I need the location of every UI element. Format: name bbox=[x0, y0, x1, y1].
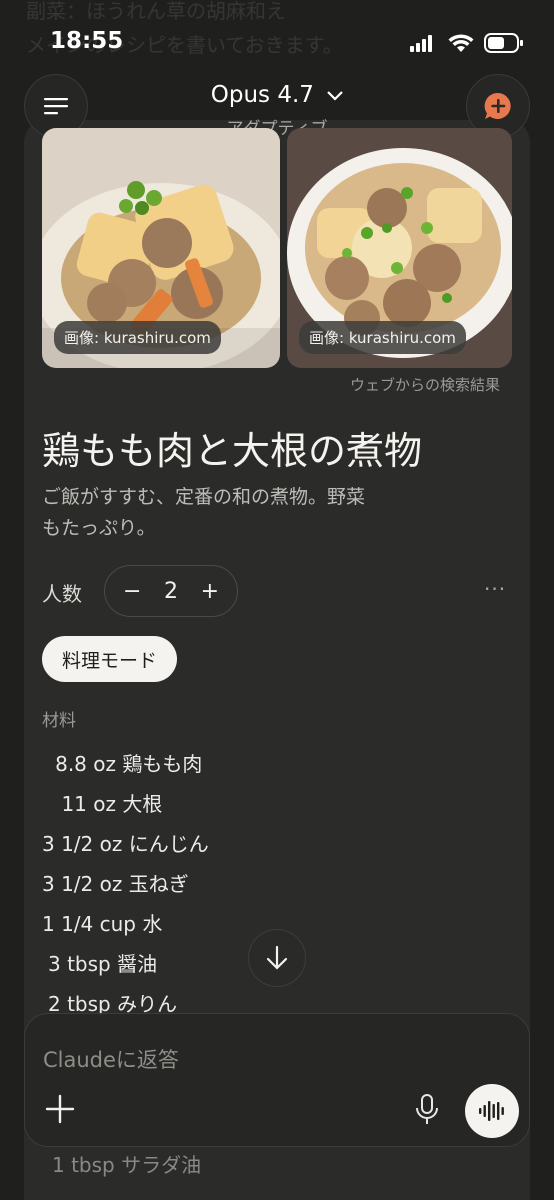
add-attachment-icon[interactable] bbox=[45, 1094, 75, 1124]
more-options-button[interactable]: ··· bbox=[484, 577, 506, 601]
ingredient-row-behind-composer: 1 tbsp サラダ油 bbox=[52, 1149, 201, 1178]
ingredient-name: サラダ油 bbox=[121, 1153, 202, 1177]
image-caption-2: 画像: kurashiru.com bbox=[299, 321, 466, 354]
ingredient-qty: 1 tbsp bbox=[52, 1153, 115, 1177]
recipe-title: 鶏もも肉と大根の煮物 bbox=[42, 429, 423, 473]
recipe-image-2[interactable]: 画像: kurashiru.com bbox=[287, 128, 512, 368]
ingredient-name: 鶏もも肉 bbox=[122, 752, 203, 776]
ingredient-row: 1 1/4 cup 水 bbox=[42, 908, 162, 937]
voice-mode-button[interactable] bbox=[465, 1084, 519, 1138]
increment-button[interactable]: + bbox=[201, 579, 219, 604]
servings-value: 2 bbox=[164, 578, 178, 604]
servings-label: 人数 bbox=[42, 582, 82, 606]
ingredient-row: 11 oz 大根 bbox=[42, 788, 162, 817]
ingredient-qty: 3 tbsp bbox=[48, 952, 111, 976]
ingredient-name: 大根 bbox=[122, 792, 163, 816]
cook-mode-button[interactable]: 料理モード bbox=[42, 636, 178, 682]
ingredient-qty: 1 1/4 cup bbox=[42, 912, 136, 936]
recipe-image-1[interactable]: 画像: kurashiru.com bbox=[42, 128, 280, 368]
waveform-icon bbox=[479, 1101, 504, 1121]
recipe-description-line-2: もたっぷり。 bbox=[42, 517, 156, 539]
ingredient-name: 醤油 bbox=[117, 952, 158, 976]
microphone-icon[interactable] bbox=[415, 1094, 439, 1126]
message-composer: Claudeに返答 bbox=[24, 1013, 530, 1147]
clock: 18:55 bbox=[50, 28, 124, 54]
arrow-down-icon bbox=[266, 945, 288, 970]
ingredient-row: 3 tbsp 醤油 bbox=[48, 948, 157, 977]
scroll-to-bottom-button[interactable] bbox=[248, 929, 306, 987]
recipe-description-line-1: ご飯がすすむ、定番の和の煮物。野菜 bbox=[42, 486, 366, 508]
signal-icon bbox=[410, 35, 432, 52]
ingredient-row: 3 1/2 oz 玉ねぎ bbox=[42, 868, 189, 897]
chevron-down-icon bbox=[327, 90, 344, 101]
ingredient-row: 8.8 oz 鶏もも肉 bbox=[42, 748, 202, 777]
web-results-label: ウェブからの検索結果 bbox=[349, 376, 500, 394]
servings-stepper: − 2 + bbox=[104, 565, 238, 617]
ingredient-qty: 3 1/2 oz bbox=[42, 832, 123, 856]
decrement-button[interactable]: − bbox=[123, 579, 141, 604]
image-caption-1: 画像: kurashiru.com bbox=[54, 321, 221, 354]
plus-bubble-icon bbox=[484, 92, 511, 119]
reply-input[interactable]: Claudeに返答 bbox=[43, 1044, 179, 1074]
ingredient-qty: 3 1/2 oz bbox=[42, 872, 123, 896]
wifi-icon bbox=[448, 33, 474, 52]
status-bar: 18:55 bbox=[0, 0, 554, 86]
ingredient-name: 水 bbox=[142, 912, 163, 936]
battery-icon bbox=[484, 33, 523, 53]
ingredient-name: にんじん bbox=[128, 832, 209, 856]
model-name: Opus 4.7 bbox=[210, 82, 314, 108]
ingredients-heading: 材料 bbox=[42, 711, 76, 731]
ingredient-qty: 8.8 oz bbox=[55, 752, 116, 776]
recipe-description: ご飯がすすむ、定番の和の煮物。野菜 もたっぷり。 bbox=[42, 482, 442, 544]
ingredient-qty: 11 oz bbox=[61, 792, 116, 816]
status-icons bbox=[410, 33, 524, 53]
ingredient-row: 3 1/2 oz にんじん bbox=[42, 828, 209, 857]
ingredient-name: 玉ねぎ bbox=[128, 872, 189, 896]
